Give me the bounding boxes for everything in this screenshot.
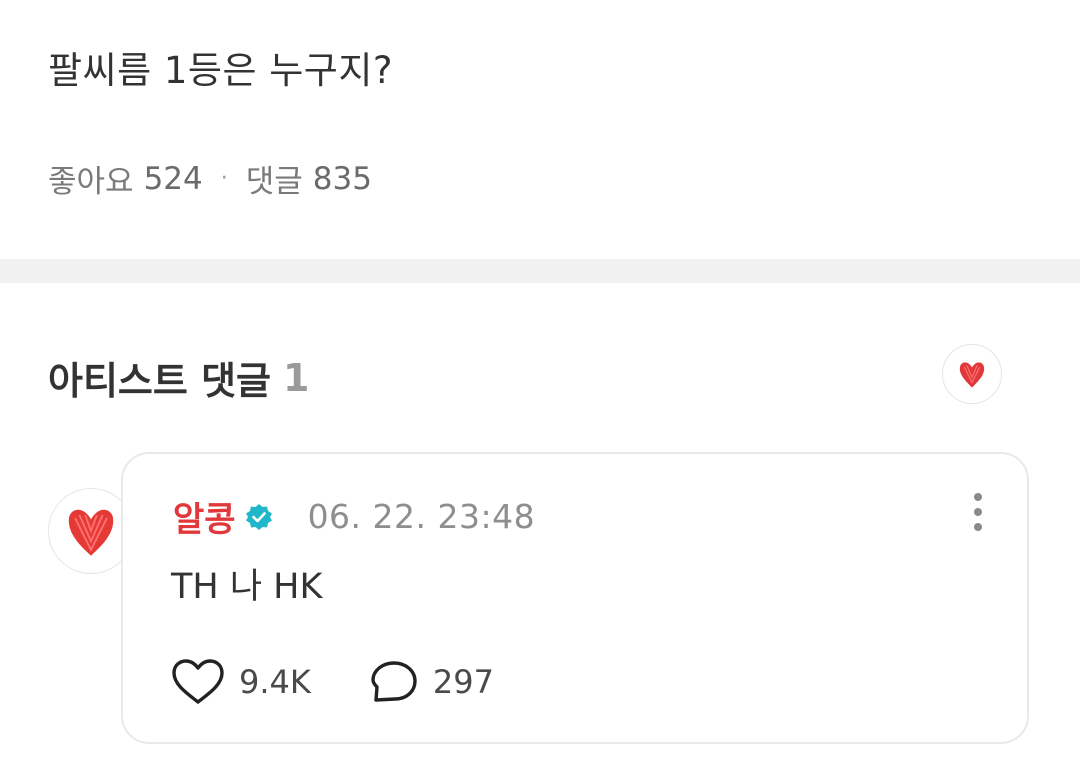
comment-header: 알콩 06. 22. 23:48 <box>173 492 535 541</box>
comments-label[interactable]: 댓글 <box>246 156 303 201</box>
verified-check-icon <box>244 502 274 532</box>
speech-bubble-icon <box>371 661 417 702</box>
artist-comments-page: 팔씨름 1등은 누구지? 좋아요 524 · 댓글 835 아티스트 댓글 1 … <box>0 0 1080 778</box>
red-heart-avatar-icon <box>68 509 114 556</box>
like-button[interactable]: 9.4K <box>171 658 311 706</box>
likes-label[interactable]: 좋아요 <box>48 156 134 201</box>
comments-count[interactable]: 835 <box>313 161 372 197</box>
like-count: 9.4K <box>239 663 311 701</box>
heart-outline-icon <box>172 659 224 704</box>
comment-timestamp: 06. 22. 23:48 <box>307 497 536 536</box>
artist-comments-count: 1 <box>283 355 310 400</box>
section-divider <box>0 259 1080 283</box>
comment-actions: 9.4K 297 <box>171 658 494 706</box>
artist-heart-icon[interactable] <box>942 344 1002 404</box>
likes-count[interactable]: 524 <box>144 161 203 197</box>
post-stats: 좋아요 524 · 댓글 835 <box>48 156 372 201</box>
reply-button[interactable]: 297 <box>369 659 494 705</box>
comment-body: TH 나 HK <box>171 567 323 607</box>
comment-author[interactable]: 알콩 <box>173 492 236 541</box>
post-title: 팔씨름 1등은 누구지? <box>48 49 394 92</box>
stats-separator: · <box>220 166 228 191</box>
more-options-button[interactable] <box>965 490 991 534</box>
more-vertical-icon <box>974 493 982 531</box>
heart-badge-icon <box>959 362 985 388</box>
comment-card: 알콩 06. 22. 23:48 TH 나 HK 9.4K 297 <box>121 452 1029 744</box>
reply-count: 297 <box>432 663 494 701</box>
artist-comments-header: 아티스트 댓글 1 <box>48 350 309 405</box>
artist-comments-title: 아티스트 댓글 <box>48 359 271 403</box>
